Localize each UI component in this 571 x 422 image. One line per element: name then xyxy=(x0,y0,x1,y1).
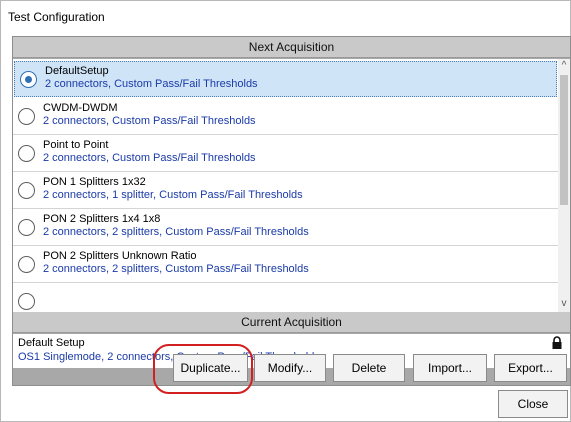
item-name: PON 2 Splitters Unknown Ratio xyxy=(43,250,197,262)
item-name: Point to Point xyxy=(43,139,109,151)
radio-button[interactable] xyxy=(20,71,37,88)
setup-list: DefaultSetup 2 connectors, Custom Pass/F… xyxy=(13,59,570,312)
radio-button[interactable] xyxy=(18,219,35,236)
list-scrollbar[interactable]: ^ v xyxy=(558,59,570,312)
item-name: PON 2 Splitters 1x4 1x8 xyxy=(43,213,161,225)
list-item-partial[interactable] xyxy=(13,284,558,312)
radio-button[interactable] xyxy=(18,182,35,199)
radio-button[interactable] xyxy=(18,145,35,162)
lock-icon xyxy=(552,336,562,349)
radio-button[interactable] xyxy=(18,293,35,310)
radio-button[interactable] xyxy=(18,256,35,273)
item-name: CWDM-DWDM xyxy=(43,102,118,114)
item-name: PON 1 Splitters 1x32 xyxy=(43,176,146,188)
current-acquisition-header: Current Acquisition xyxy=(13,312,570,333)
list-item[interactable]: PON 2 Splitters 1x4 1x8 2 connectors, 2 … xyxy=(13,210,558,246)
test-configuration-window: Test Configuration Next Acquisition Defa… xyxy=(0,0,571,422)
radio-button[interactable] xyxy=(18,108,35,125)
delete-button[interactable]: Delete xyxy=(333,354,405,382)
item-description: 2 connectors, Custom Pass/Fail Threshold… xyxy=(43,115,256,127)
item-description: 2 connectors, 1 splitter, Custom Pass/Fa… xyxy=(43,189,303,201)
list-item[interactable]: PON 2 Splitters Unknown Ratio 2 connecto… xyxy=(13,247,558,283)
item-description: 2 connectors, Custom Pass/Fail Threshold… xyxy=(43,152,256,164)
modify-button[interactable]: Modify... xyxy=(254,354,326,382)
export-button[interactable]: Export... xyxy=(494,354,567,382)
item-description: 2 connectors, 2 splitters, Custom Pass/F… xyxy=(43,263,309,275)
configuration-panel: Next Acquisition DefaultSetup 2 connecto… xyxy=(12,36,571,386)
next-acquisition-header: Next Acquisition xyxy=(13,37,570,58)
list-item[interactable]: DefaultSetup 2 connectors, Custom Pass/F… xyxy=(14,61,557,97)
list-item[interactable]: PON 1 Splitters 1x32 2 connectors, 1 spl… xyxy=(13,173,558,209)
chevron-up-icon[interactable]: ^ xyxy=(558,59,570,73)
scroll-thumb[interactable] xyxy=(560,75,568,205)
item-description: 2 connectors, 2 splitters, Custom Pass/F… xyxy=(43,226,309,238)
window-title: Test Configuration xyxy=(8,10,105,24)
import-button[interactable]: Import... xyxy=(413,354,487,382)
list-item[interactable]: Point to Point 2 connectors, Custom Pass… xyxy=(13,136,558,172)
item-description: 2 connectors, Custom Pass/Fail Threshold… xyxy=(45,78,258,90)
item-name: DefaultSetup xyxy=(45,65,109,77)
chevron-down-icon[interactable]: v xyxy=(558,297,570,311)
highlight-ring xyxy=(153,344,253,394)
current-setup-name: Default Setup xyxy=(18,337,85,349)
list-item[interactable]: CWDM-DWDM 2 connectors, Custom Pass/Fail… xyxy=(13,99,558,135)
close-button[interactable]: Close xyxy=(498,390,568,418)
